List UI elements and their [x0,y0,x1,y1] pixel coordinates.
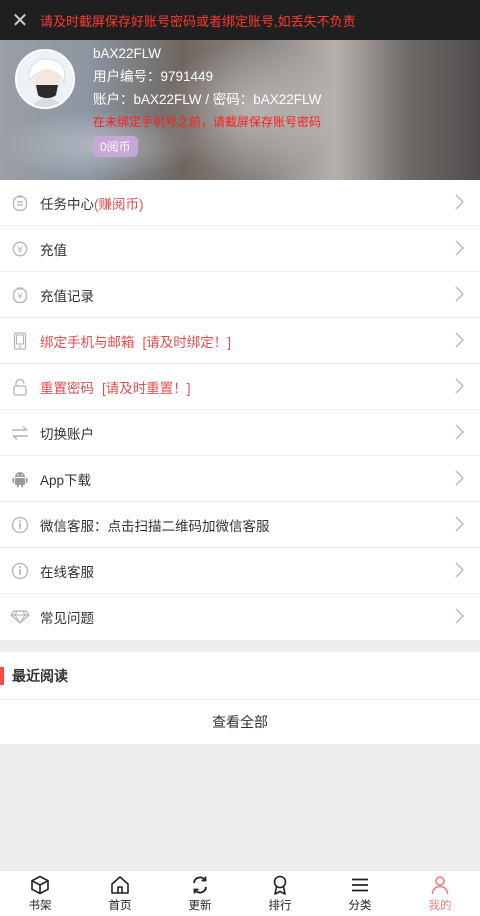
unlock-icon [0,378,40,396]
svg-text:¥: ¥ [17,245,23,255]
chevron-right-icon [455,240,464,261]
menu-item-label: App下载 [40,472,92,488]
phone-icon [0,331,40,350]
user-icon [430,874,450,896]
profile-account: 账户：bAX22FLW / 密码：bAX22FLW [93,92,322,107]
recent-reading-header: 最近阅读 [0,652,480,700]
menu-item-label: 在线客服 [40,564,94,580]
recent-reading-title: 最近阅读 [12,667,68,684]
chevron-right-icon [455,470,464,491]
menu-item-hint: [请及时重置！] [102,380,191,396]
info-icon [0,562,40,580]
tab-label: 首页 [108,900,132,912]
menu-item-label: 充值记录 [40,288,94,304]
svg-text:¥: ¥ [17,292,22,301]
diamond-icon [0,610,40,624]
menu-item-label: 充值 [40,242,67,258]
profile-username: bAX22FLW [93,46,162,61]
menu-item-label: 任务中心 [40,196,94,212]
menu-item-recharge[interactable]: ¥ 充值 [0,226,480,272]
menu-item-wechat-service[interactable]: 微信客服：点击扫描二维码加微信客服 [0,502,480,548]
menu-item-label: 常见问题 [40,611,94,626]
info-icon [0,516,40,534]
coin-badge[interactable]: 0阅币 [93,136,138,157]
chevron-right-icon [455,608,464,629]
menu-item-recharge-record[interactable]: ¥ 充值记录 [0,272,480,318]
chevron-right-icon [455,424,464,445]
chevron-right-icon [455,332,464,353]
menu-item-task-center[interactable]: 任务中心 (赚阅币) [0,180,480,226]
recharge-record-icon: ¥ [0,286,40,304]
chevron-right-icon [455,194,464,215]
menu-item-label: 绑定手机与邮箱 [40,334,135,350]
menu-icon [350,874,370,896]
menu-item-bind-phone-email[interactable]: 绑定手机与邮箱 [请及时绑定！] [0,318,480,364]
tab-label: 更新 [188,900,212,912]
section-accent-bar [0,666,4,685]
menu-item-hint: (赚阅币) [94,196,144,212]
tab-home[interactable]: 首页 [80,871,160,916]
switch-arrows-icon [0,425,40,441]
menu-item-online-service[interactable]: 在线客服 [0,548,480,594]
menu-item-label: 微信客服：点击扫描二维码加微信客服 [40,518,270,534]
android-icon [0,470,40,488]
tab-mine[interactable]: 我的 [400,871,480,916]
tab-label: 我的 [428,900,452,912]
avatar[interactable] [15,49,75,109]
menu-item-app-download[interactable]: App下载 [0,456,480,502]
menu-item-reset-password[interactable]: 重置密码 [请及时重置！] [0,364,480,410]
task-icon [0,194,40,212]
profile-user-id: 用户编号：9791449 [93,69,214,84]
menu-item-faq[interactable]: 常见问题 [0,594,480,640]
cube-icon [30,874,50,896]
close-icon[interactable]: ✕ [0,0,40,40]
profile-warning: 在未绑定手机号之前，请截屏保存账号密码 [93,115,322,129]
chevron-right-icon [455,378,464,399]
tab-updates[interactable]: 更新 [160,871,240,916]
tab-label: 排行 [268,900,292,912]
menu-item-switch-account[interactable]: 切换账户 [0,410,480,456]
refresh-icon [190,874,210,896]
bottom-tab-bar: 书架 首页 更新 排行 分类 我的 [0,870,480,916]
view-all-button[interactable]: 查看全部 [0,700,480,744]
banner-text: 请及时截屏保存好账号密码或者绑定账号,如丢失不负责 [40,13,356,29]
home-icon [110,874,130,896]
tab-label: 书架 [28,900,52,912]
warning-banner: ✕ 请及时截屏保存好账号密码或者绑定账号,如丢失不负责 [0,0,480,40]
tab-ranking[interactable]: 排行 [240,871,320,916]
tab-category[interactable]: 分类 [320,871,400,916]
tab-label: 分类 [348,900,372,912]
chevron-right-icon [455,516,464,537]
menu-item-hint: [请及时绑定！] [142,334,232,350]
profile-header: bAX22FLW 用户编号：9791449 账户：bAX22FLW / 密码：b… [0,40,480,180]
menu-list: 任务中心 (赚阅币) ¥ 充值 ¥ 充值记录 绑定手机与邮箱 [请及时绑定！] … [0,180,480,640]
recent-reading-section: 最近阅读 查看全部 [0,652,480,744]
menu-item-label: 切换账户 [40,426,94,442]
menu-item-label: 重置密码 [40,380,94,396]
chevron-right-icon [455,562,464,583]
tab-bookshelf[interactable]: 书架 [0,871,80,916]
chevron-right-icon [455,286,464,307]
medal-icon [270,874,290,896]
yuan-coin-icon: ¥ [0,241,40,257]
